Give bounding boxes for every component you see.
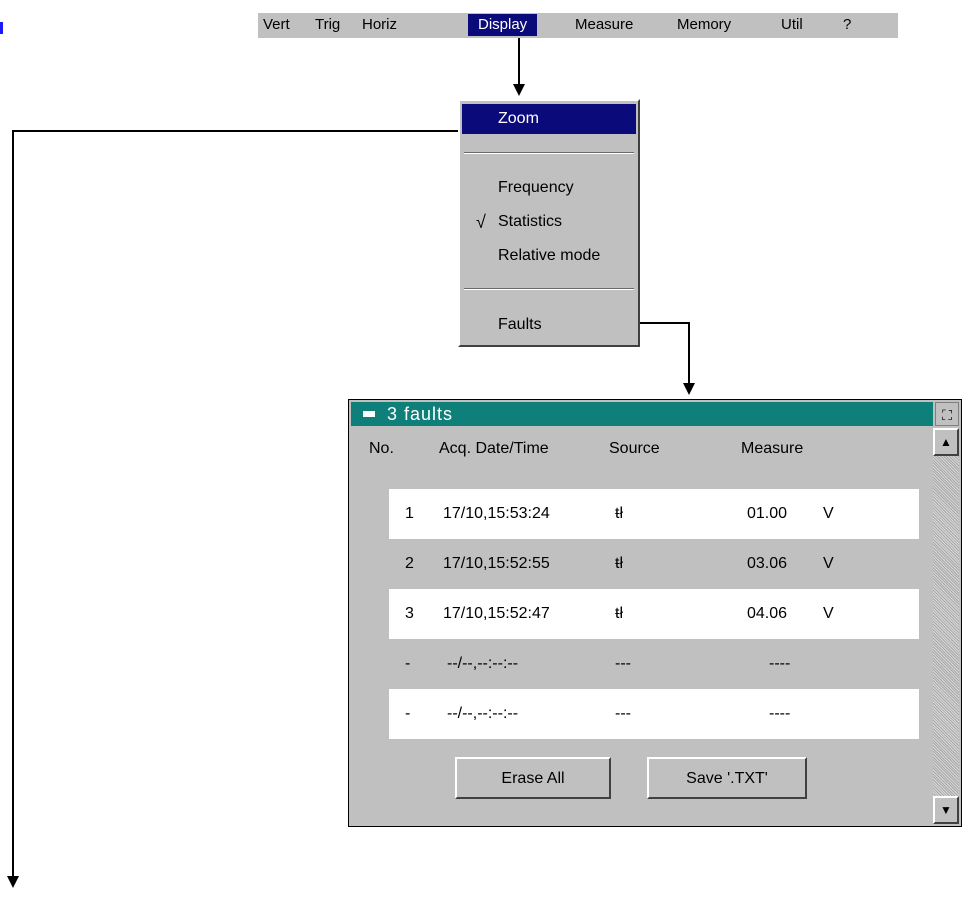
column-header-datetime: Acq. Date/Time [439,440,549,457]
column-header-source: Source [609,440,660,457]
menu-measure-label: Measure [575,16,634,33]
menu-trig-label: Trig [315,16,341,33]
row-source: --- [615,705,631,722]
faults-window: 3 faults ⛶ No. Acq. Date/Time Source Mea… [348,399,962,827]
connector-line [640,322,690,324]
table-row[interactable]: - --/--,--:--:-- --- ---- [389,689,919,739]
table-row[interactable]: 3 17/10,15:52:47 ŧł 04.06 V [389,589,919,639]
menu-vert-label: Vert [263,16,290,33]
row-measure: ---- [769,655,791,672]
blue-marker [0,22,3,34]
column-header-measure: Measure [741,440,804,457]
menu-util[interactable]: Util [776,14,808,36]
arrow-down-icon [7,876,19,888]
menu-display-label: Display [478,16,528,33]
row-no: 1 [405,505,414,522]
menu-vert[interactable]: Vert [258,14,295,36]
row-unit: V [823,505,834,522]
row-datetime: --/--,--:--:-- [447,705,519,722]
row-datetime: 17/10,15:52:47 [443,605,550,622]
menu-item-faults-label: Faults [498,316,542,333]
menu-horiz-label: Horiz [362,16,398,33]
menu-display[interactable]: Display [468,14,538,36]
scroll-down-icon[interactable]: ▼ [933,796,959,824]
row-measure: ---- [769,705,791,722]
window-titlebar[interactable]: 3 faults [351,402,933,426]
menu-separator [464,152,634,154]
row-no: 2 [405,555,414,572]
table-row[interactable]: - --/--,--:--:-- --- ---- [389,639,919,689]
row-no: 3 [405,605,414,622]
row-unit: V [823,605,834,622]
row-measure: 04.06 [747,605,788,622]
menu-item-zoom[interactable]: Zoom [462,104,636,134]
row-no: - [405,655,411,672]
menu-item-relative-mode-label: Relative mode [498,247,601,264]
save-txt-button[interactable]: Save '.TXT' [647,757,807,799]
minimize-icon[interactable] [363,411,375,417]
row-source: --- [615,655,631,672]
arrow-down-icon [683,383,695,395]
connector-line [518,38,520,84]
row-datetime: 17/10,15:53:24 [443,505,550,522]
menu-item-faults[interactable]: Faults [462,310,636,340]
connector-line [688,322,690,384]
menu-measure[interactable]: Measure [570,14,638,36]
menu-memory[interactable]: Memory [672,14,736,36]
row-source: ŧł [615,555,623,572]
arrow-down-icon [513,84,525,96]
menu-horiz[interactable]: Horiz [357,14,402,36]
row-source: ŧł [615,505,623,522]
menu-util-label: Util [781,16,803,33]
menu-separator [464,288,634,290]
erase-all-button[interactable]: Erase All [455,757,611,799]
menu-memory-label: Memory [677,16,732,33]
row-measure: 01.00 [747,505,788,522]
menu-item-statistics[interactable]: √ Statistics [462,207,636,237]
connector-line [12,130,14,878]
vertical-scrollbar[interactable]: ▲ ▼ [933,428,959,824]
column-header-no: No. [369,440,394,457]
menu-trig[interactable]: Trig [310,14,345,36]
row-unit: V [823,555,834,572]
menu-item-frequency-label: Frequency [498,179,574,196]
menu-item-frequency[interactable]: Frequency [462,173,636,203]
menu-item-statistics-label: Statistics [498,213,563,230]
scroll-up-icon[interactable]: ▲ [933,428,959,456]
window-title: 3 faults [387,404,454,424]
menu-bar: Vert Trig Horiz Display Measure Memory U… [258,13,898,38]
row-measure: 03.06 [747,555,788,572]
table-row[interactable]: 1 17/10,15:53:24 ŧł 01.00 V [389,489,919,539]
row-no: - [405,705,411,722]
checkmark-icon: √ [476,212,486,232]
row-source: ŧł [615,605,623,622]
row-datetime: --/--,--:--:-- [447,655,519,672]
menu-help-label: ? [843,16,852,33]
menu-item-zoom-label: Zoom [498,110,539,127]
maximize-icon[interactable]: ⛶ [935,402,959,426]
menu-help[interactable]: ? [838,14,856,36]
connector-line [12,130,458,132]
display-dropdown: Zoom Frequency √ Statistics Relative mod… [458,99,640,347]
table-row[interactable]: 2 17/10,15:52:55 ŧł 03.06 V [389,539,919,589]
row-datetime: 17/10,15:52:55 [443,555,550,572]
menu-item-relative-mode[interactable]: Relative mode [462,241,636,271]
